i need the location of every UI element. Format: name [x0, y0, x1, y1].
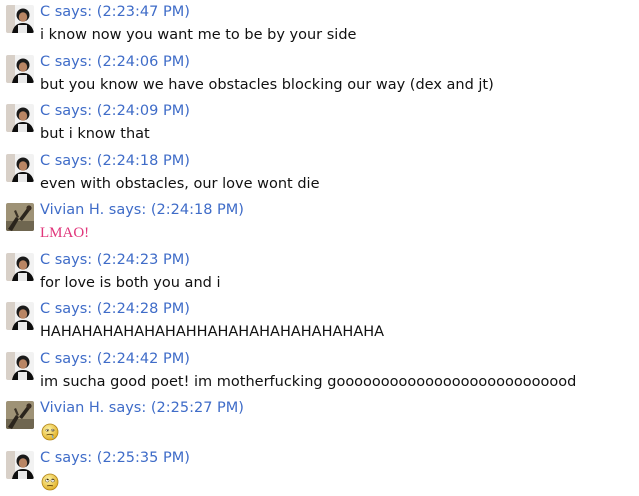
message-text: for love is both you and i — [40, 275, 221, 291]
c-avatar — [6, 352, 34, 380]
chat-message: C says: (2:24:06 PM) but you know we have… — [0, 50, 639, 99]
message-header: C says: (2:24:28 PM) — [40, 301, 190, 317]
c-avatar — [6, 302, 34, 330]
vivian-avatar — [6, 203, 34, 231]
rolling-eyes-emoticon — [41, 473, 59, 491]
message-header: C says: (2:24:06 PM) — [40, 54, 190, 70]
message-header: C says: (2:24:23 PM) — [40, 252, 190, 268]
message-text: i know now you want me to be by your sid… — [40, 27, 357, 43]
c-avatar — [6, 451, 34, 479]
chat-message: C says: (2:23:47 PM) i know now you want … — [0, 0, 639, 49]
c-avatar — [6, 5, 34, 33]
message-header: C says: (2:23:47 PM) — [40, 4, 190, 20]
message-header: C says: (2:24:09 PM) — [40, 103, 190, 119]
c-avatar — [6, 154, 34, 182]
message-text: but you know we have obstacles blocking … — [40, 77, 494, 93]
c-avatar — [6, 55, 34, 83]
message-header: C says: (2:24:42 PM) — [40, 351, 190, 367]
message-text: but i know that — [40, 126, 150, 142]
message-text: even with obstacles, our love wont die — [40, 176, 320, 192]
chat-message: C says: (2:24:42 PM) im sucha good poet! … — [0, 347, 639, 396]
chat-message: Vivian H. says: (2:24:18 PM) LMAO! — [0, 198, 639, 247]
chat-message: C says: (2:24:18 PM) even with obstacles,… — [0, 149, 639, 198]
vivian-avatar — [6, 401, 34, 429]
c-avatar — [6, 253, 34, 281]
chat-message: C says: (2:24:28 PM) HAHAHAHAHAHAHAHHAHAH… — [0, 297, 639, 346]
chat-message: C says: (2:25:35 PM) — [0, 446, 639, 495]
message-header: Vivian H. says: (2:24:18 PM) — [40, 202, 244, 218]
message-header: C says: (2:24:18 PM) — [40, 153, 190, 169]
chat-message: Vivian H. says: (2:25:27 PM) — [0, 396, 639, 445]
drooling-face-emoticon — [41, 423, 59, 441]
c-avatar — [6, 104, 34, 132]
message-text: HAHAHAHAHAHAHAHHAHAHAHAHAHAHAHAHA — [40, 324, 385, 340]
message-text: LMAO! — [40, 225, 90, 241]
message-header: Vivian H. says: (2:25:27 PM) — [40, 400, 244, 416]
chat-message: C says: (2:24:09 PM) but i know that — [0, 99, 639, 148]
chat-transcript: C says: (2:23:47 PM) i know now you want … — [0, 0, 639, 491]
chat-message: C says: (2:24:23 PM) for love is both you… — [0, 248, 639, 297]
message-header: C says: (2:25:35 PM) — [40, 450, 190, 466]
message-text: im sucha good poet! im motherfucking goo… — [40, 374, 577, 390]
